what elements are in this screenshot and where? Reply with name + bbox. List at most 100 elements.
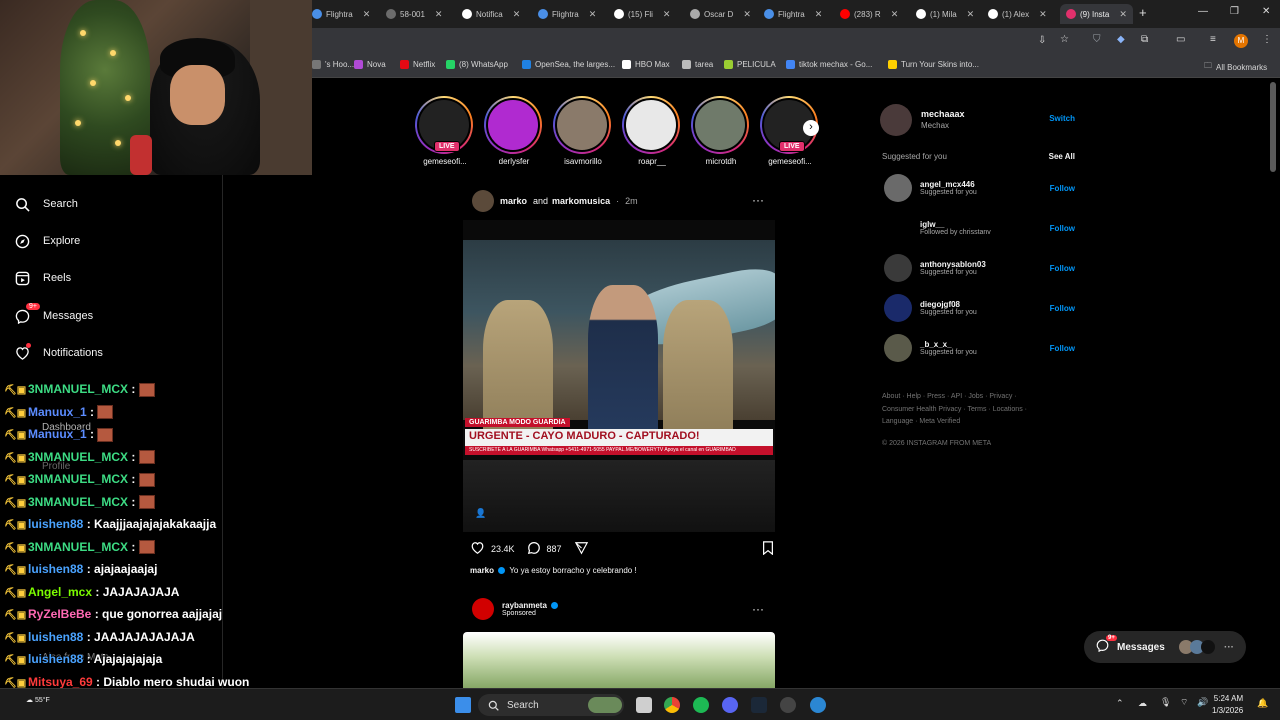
bookmark-item[interactable]: tarea bbox=[682, 60, 713, 69]
post-author-avatar[interactable] bbox=[472, 190, 494, 212]
close-icon[interactable]: ✕ bbox=[967, 9, 975, 20]
tagged-user-icon[interactable]: 👤 bbox=[475, 508, 486, 519]
shield-icon[interactable]: ⛉ bbox=[1093, 34, 1101, 45]
close-icon[interactable]: ✕ bbox=[589, 9, 597, 20]
post-coauthor[interactable]: markomusica bbox=[552, 196, 610, 206]
story-item[interactable]: microtdh bbox=[691, 96, 751, 166]
maximize-icon[interactable]: ❐ bbox=[1230, 6, 1239, 17]
footer-line-3[interactable]: Language · Meta Verified bbox=[882, 416, 1082, 429]
close-icon[interactable]: ✕ bbox=[513, 9, 521, 20]
app-icon[interactable] bbox=[810, 697, 826, 713]
stories-next-icon[interactable]: › bbox=[803, 120, 819, 136]
browser-tab[interactable]: (1) Alex ✕ bbox=[988, 4, 1047, 24]
volume-icon[interactable]: 🔊 bbox=[1197, 697, 1208, 708]
chat-username[interactable]: luishen88 bbox=[28, 562, 83, 576]
follow-button[interactable]: Follow bbox=[1050, 264, 1075, 273]
notification-bell-icon[interactable]: 🔔 bbox=[1257, 698, 1268, 709]
clock[interactable]: 5:24 AM 1/3/2026 bbox=[1212, 693, 1243, 717]
cloud-icon[interactable]: ☁ bbox=[1138, 698, 1147, 709]
bookmark-item[interactable]: OpenSea, the larges... bbox=[522, 60, 615, 69]
close-icon[interactable]: ✕ bbox=[363, 9, 371, 20]
bookmark-item[interactable]: tiktok mechax - Go... bbox=[786, 60, 872, 69]
chrome-icon[interactable] bbox=[664, 697, 680, 713]
story-item[interactable]: derlysfer bbox=[484, 96, 544, 166]
chat-username[interactable]: Manuux_1 bbox=[28, 427, 87, 441]
story-item[interactable]: isavmorillo bbox=[553, 96, 613, 166]
comment-icon[interactable] bbox=[527, 541, 541, 557]
bookmark-item[interactable]: Turn Your Skins into... bbox=[888, 60, 979, 69]
nav-search[interactable]: Search bbox=[14, 189, 78, 219]
profile-avatar[interactable]: M bbox=[1234, 34, 1248, 48]
browser-tab[interactable]: (9) Insta ✕ bbox=[1060, 4, 1133, 24]
close-window-icon[interactable]: ✕ bbox=[1262, 6, 1270, 17]
nav-reels[interactable]: Reels bbox=[14, 263, 71, 293]
see-all-link[interactable]: See All bbox=[1049, 152, 1075, 161]
caption-user[interactable]: marko bbox=[470, 566, 494, 575]
bookmark-item[interactable]: 's Hoo... bbox=[312, 60, 354, 69]
suggested-avatar[interactable] bbox=[884, 334, 912, 362]
like-icon[interactable] bbox=[470, 541, 485, 557]
story-item[interactable]: roapr__ bbox=[622, 96, 682, 166]
suggested-username[interactable]: anthonysablon03 bbox=[920, 260, 1042, 269]
story-item[interactable]: LIVE gemeseofi... bbox=[415, 96, 475, 166]
chat-username[interactable]: 3NMANUEL_MCX bbox=[28, 472, 128, 486]
nav-notifications[interactable]: Notifications bbox=[14, 338, 103, 368]
bookmark-item[interactable]: (8) WhatsApp bbox=[446, 60, 508, 69]
downloads-icon[interactable]: ≡ bbox=[1210, 34, 1216, 45]
suggested-username[interactable]: _b_x_x_ bbox=[920, 340, 1042, 349]
chat-username[interactable]: luishen88 bbox=[28, 517, 83, 531]
nav-messages[interactable]: 9+ Messages bbox=[14, 301, 93, 331]
minimize-icon[interactable]: — bbox=[1198, 6, 1208, 17]
weather[interactable]: ☁ 55°F bbox=[26, 696, 50, 704]
browser-tab[interactable]: Flightra ✕ bbox=[538, 4, 596, 24]
close-icon[interactable]: ✕ bbox=[815, 9, 823, 20]
taskbar-search[interactable]: Search bbox=[478, 694, 624, 716]
chat-username[interactable]: RyZeIBeBe bbox=[28, 607, 91, 621]
bookmark-item[interactable]: HBO Max bbox=[622, 60, 670, 69]
close-icon[interactable]: ✕ bbox=[1119, 9, 1127, 20]
obs-icon[interactable] bbox=[780, 697, 796, 713]
save-icon[interactable] bbox=[762, 541, 774, 557]
star-icon[interactable]: ☆ bbox=[1060, 34, 1069, 45]
browser-tab[interactable]: (1) Mila ✕ bbox=[916, 4, 974, 24]
more-options-icon[interactable]: ··· bbox=[752, 602, 764, 616]
share-icon[interactable] bbox=[574, 541, 589, 557]
chat-username[interactable]: 3NMANUEL_MCX bbox=[28, 450, 128, 464]
browser-tab[interactable]: Flightra ✕ bbox=[764, 4, 822, 24]
start-icon[interactable] bbox=[455, 697, 471, 713]
footer-line-1[interactable]: About · Help · Press · API · Jobs · Priv… bbox=[882, 391, 1082, 404]
post-author[interactable]: marko bbox=[500, 196, 527, 206]
suggested-username[interactable]: angel_mcx446 bbox=[920, 180, 1042, 189]
menu-icon[interactable]: ⋮ bbox=[1262, 34, 1272, 45]
suggested-avatar[interactable] bbox=[884, 254, 912, 282]
task-view-icon[interactable] bbox=[636, 697, 652, 713]
chevron-up-icon[interactable]: ⌃ bbox=[1116, 698, 1124, 709]
nav-explore[interactable]: Explore bbox=[14, 226, 80, 256]
browser-tab[interactable]: Flightra ✕ bbox=[312, 4, 370, 24]
new-tab-button[interactable]: + bbox=[1139, 5, 1147, 20]
post2-avatar[interactable] bbox=[472, 598, 494, 620]
browser-tab[interactable]: 58-001 ✕ bbox=[386, 4, 442, 24]
close-icon[interactable]: ✕ bbox=[663, 9, 671, 20]
suggested-avatar[interactable] bbox=[884, 174, 912, 202]
bookmark-item[interactable]: PELICULA bbox=[724, 60, 776, 69]
follow-button[interactable]: Follow bbox=[1050, 304, 1075, 313]
bookmark-item[interactable]: Nova bbox=[354, 60, 386, 69]
close-icon[interactable]: ✕ bbox=[435, 9, 443, 20]
bookmark-item[interactable]: Netflix bbox=[400, 60, 435, 69]
suggested-username[interactable]: diegojgf08 bbox=[920, 300, 1042, 309]
chat-username[interactable]: luishen88 bbox=[28, 630, 83, 644]
mic-icon[interactable]: 🎙 bbox=[1160, 697, 1171, 708]
browser-tab[interactable]: (283) R ✕ bbox=[840, 4, 898, 24]
sidepanel-icon[interactable]: ▭ bbox=[1176, 34, 1185, 45]
steam-icon[interactable] bbox=[751, 697, 767, 713]
scrollbar[interactable] bbox=[1270, 82, 1276, 172]
suggested-avatar[interactable] bbox=[884, 294, 912, 322]
switch-button[interactable]: Switch bbox=[1049, 114, 1075, 123]
chat-username[interactable]: Manuux_1 bbox=[28, 405, 87, 419]
footer-line-2[interactable]: Consumer Health Privacy · Terms · Locati… bbox=[882, 404, 1082, 417]
close-icon[interactable]: ✕ bbox=[891, 9, 899, 20]
suggested-username[interactable]: iglw__ bbox=[920, 220, 1042, 229]
follow-button[interactable]: Follow bbox=[1050, 344, 1075, 353]
all-bookmarks[interactable]: 🗀 All Bookmarks bbox=[1204, 60, 1267, 74]
